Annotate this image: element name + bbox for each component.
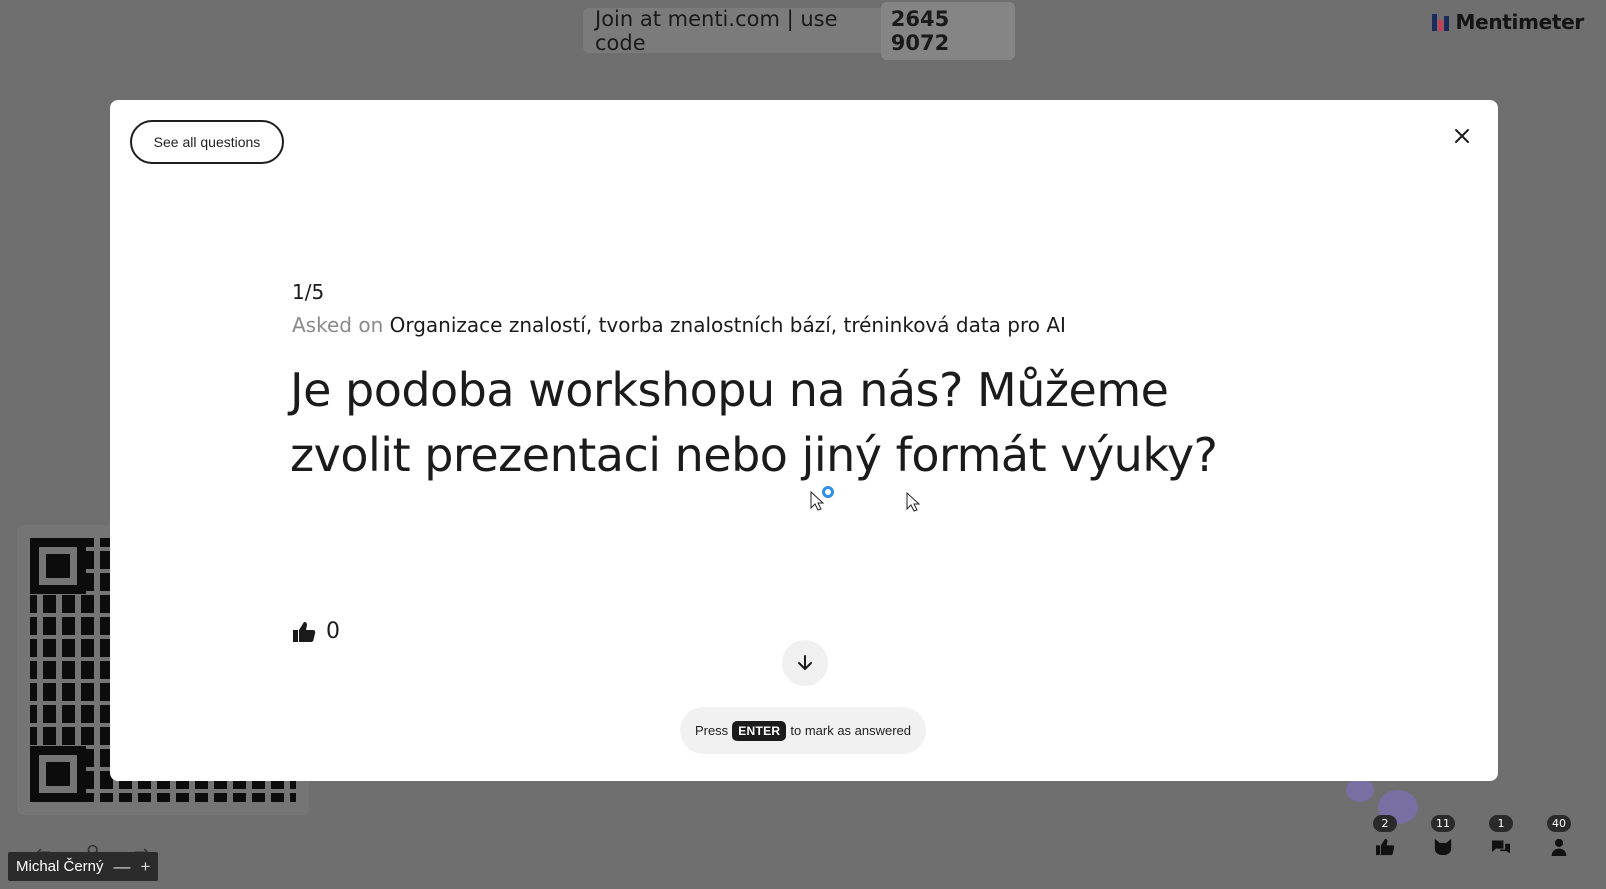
participant-name: Michal Černý: [16, 858, 104, 875]
reaction-bubble: [1346, 778, 1374, 802]
enter-key-badge: ENTER: [732, 720, 787, 741]
mouse-cursor-icon: [906, 492, 920, 512]
asked-on-line: Asked on Organizace znalostí, tvorba zna…: [292, 313, 1066, 337]
reaction-count: 2: [1373, 815, 1397, 832]
reaction-count: 1: [1489, 815, 1513, 832]
session-title: Organizace znalostí, tvorba znalostních …: [389, 313, 1066, 337]
brand-name: Mentimeter: [1455, 10, 1584, 34]
arrow-down-icon: [798, 655, 812, 670]
cat-icon: [1434, 838, 1452, 856]
like-count: 0: [326, 619, 340, 644]
minus-button[interactable]: —: [114, 858, 131, 875]
reaction-count: 11: [1431, 815, 1455, 832]
question-likes: 0: [292, 619, 340, 644]
join-instructions: Join at menti.com | use code 2645 9072: [583, 1, 1015, 60]
question-counter: 1/5: [292, 280, 325, 304]
reaction-count: 40: [1547, 815, 1571, 832]
loading-indicator-icon: [822, 486, 834, 498]
hint-prefix: Press: [694, 723, 729, 738]
see-all-questions-button[interactable]: See all questions: [130, 120, 284, 164]
mentimeter-logo: Mentimeter: [1432, 8, 1584, 36]
mentimeter-logo-icon: [1432, 13, 1450, 31]
reaction-person: 40: [1544, 815, 1574, 856]
reaction-thumbs-up: 2: [1370, 815, 1400, 856]
hint-suffix: to mark as answered: [790, 723, 912, 738]
close-icon[interactable]: [1450, 124, 1474, 148]
thumbs-up-icon: [293, 621, 316, 642]
question-text: Je podoba workshopu na nás? Můžeme zvoli…: [290, 363, 1218, 482]
question-modal: See all questions 1/5 Asked on Organizac…: [110, 100, 1498, 781]
chat-icon: [1492, 840, 1510, 854]
reaction-chat: 1: [1486, 815, 1516, 856]
next-question-button[interactable]: [782, 640, 828, 686]
mark-answered-hint: Press ENTER to mark as answered: [680, 707, 926, 754]
join-code: 2645 9072: [880, 1, 1015, 60]
reaction-cat: 11: [1428, 815, 1458, 856]
participant-chip: Michal Černý — +: [8, 852, 159, 881]
audience-reactions: 2 11 1 40: [1370, 815, 1574, 856]
join-text: Join at menti.com | use code: [595, 6, 838, 55]
person-icon: [1551, 838, 1567, 856]
thumbs-up-icon: [1376, 838, 1395, 856]
plus-button[interactable]: +: [141, 858, 151, 875]
asked-on-label: Asked on: [292, 313, 384, 337]
